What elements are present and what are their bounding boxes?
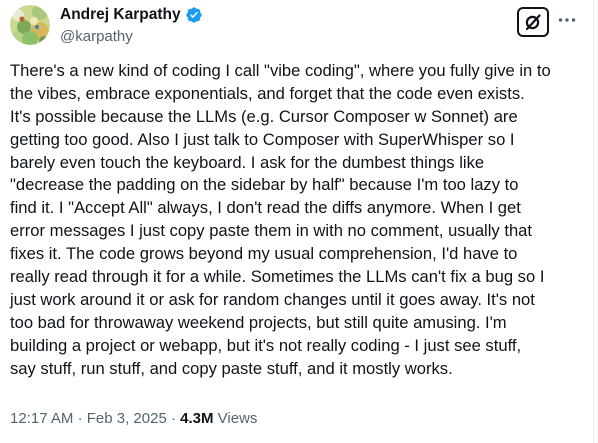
tweet-text-line: barely even touch the keyboard. I ask fo… — [10, 152, 485, 172]
tweet-date: Feb 3, 2025 — [86, 410, 167, 427]
tweet-text-line: the vibes, embrace exponentials, and for… — [10, 83, 525, 103]
tweet-text-line: just work around it or ask for random ch… — [10, 289, 535, 309]
meta-separator: · — [170, 410, 176, 427]
tweet-timestamp[interactable]: 12:17 AM · Feb 3, 2025 — [10, 410, 167, 427]
author-display-name[interactable]: Andrej Karpathy — [60, 6, 181, 24]
display-name-row: Andrej Karpathy — [60, 4, 203, 26]
grok-icon — [525, 14, 541, 31]
tweet-header: Andrej Karpathy @karpathy — [0, 0, 598, 52]
tweet-text-line: fixes it. The code grows beyond my usual… — [10, 244, 518, 264]
tweet-text-line: building a project or webapp, but it's n… — [10, 335, 522, 355]
tweet-meta: 12:17 AM · Feb 3, 2025 · 4.3M Views — [10, 410, 257, 427]
grok-button[interactable] — [517, 7, 549, 37]
tweet-text-line: getting too good. Also I just talk to Co… — [10, 129, 515, 149]
tweet-text-line: find it. I "Accept All" always, I don't … — [10, 198, 521, 218]
meta-separator: · — [77, 410, 83, 427]
more-options-button[interactable] — [557, 10, 577, 30]
tweet-text-line: say stuff, run stuff, and copy paste stu… — [10, 358, 453, 378]
tweet-text-line: There's a new kind of coding I call "vib… — [10, 61, 551, 80]
author-info: Andrej Karpathy @karpathy — [60, 4, 203, 45]
views-count: 4.3M — [180, 410, 214, 427]
verified-badge-icon — [185, 6, 203, 24]
tweet-text-line: too bad for throwaway weekend projects, … — [10, 312, 507, 332]
tweet-time: 12:17 AM — [10, 410, 74, 427]
more-horizontal-icon — [558, 18, 576, 22]
tweet-text-line: "decrease the padding on the sidebar by … — [10, 175, 519, 195]
avatar-image — [10, 5, 50, 45]
tweet-text-line: really read through it for a while. Some… — [10, 267, 545, 287]
views-label: Views — [217, 410, 258, 427]
card-right-border — [593, 0, 594, 443]
author-handle[interactable]: @karpathy — [60, 28, 203, 45]
tweet-text-line: It's possible because the LLMs (e.g. Cur… — [10, 106, 518, 126]
tweet-text-line: error messages I just copy paste them in… — [10, 221, 533, 241]
avatar[interactable] — [10, 5, 50, 45]
tweet-text: There's a new kind of coding I call "vib… — [10, 60, 582, 380]
